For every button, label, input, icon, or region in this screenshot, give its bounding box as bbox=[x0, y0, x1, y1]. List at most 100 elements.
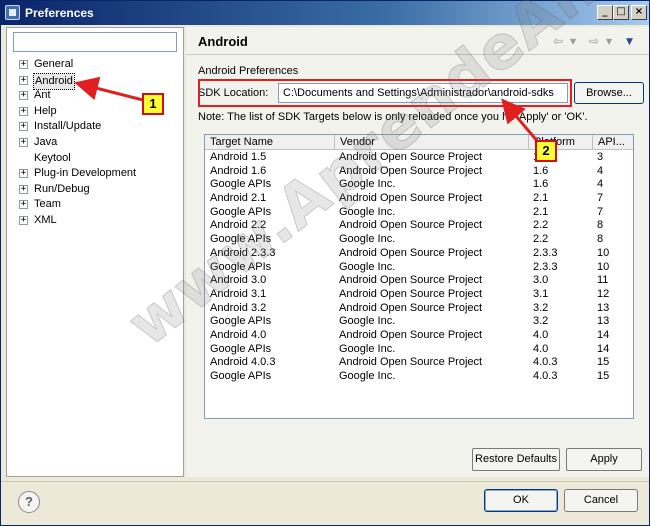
table-row[interactable]: Google APIs Google Inc. 2.2 8 bbox=[205, 233, 633, 247]
reload-note: Note: The list of SDK Targets below is o… bbox=[198, 111, 588, 123]
cell-api-level: 13 bbox=[597, 315, 610, 328]
table-row[interactable]: Android 3.2 Android Open Source Project 3.… bbox=[205, 301, 633, 316]
tree-item-run-debug[interactable]: + Run/Debug bbox=[19, 182, 179, 198]
dialog-button-bar: ? OK Cancel bbox=[1, 481, 649, 525]
window-title: Preferences bbox=[25, 6, 94, 20]
tree-item-plug-in-development[interactable]: + Plug-in Development bbox=[19, 166, 179, 182]
cell-target-name: Google APIs bbox=[210, 233, 272, 246]
close-icon[interactable]: × bbox=[631, 5, 647, 20]
maximize-icon[interactable]: □ bbox=[613, 5, 629, 20]
cell-platform: 3.1 bbox=[533, 287, 549, 300]
page-title: Android bbox=[198, 34, 248, 49]
tree-item-label: Android bbox=[33, 72, 75, 90]
cell-api-level: 7 bbox=[597, 192, 604, 205]
cell-platform: 1.6 bbox=[533, 164, 549, 177]
browse-button[interactable]: Browse... bbox=[574, 82, 644, 104]
tree-item-xml[interactable]: + XML bbox=[19, 213, 179, 229]
column-header-api[interactable]: API... bbox=[593, 135, 633, 150]
help-icon[interactable]: ? bbox=[18, 491, 40, 513]
android-preference-page: Android ⇦ ▼ ⇨ ▼ ▼ Android Preferences SD… bbox=[186, 27, 649, 477]
table-row[interactable]: Google APIs Google Inc. 3.2 13 bbox=[205, 315, 633, 329]
table-row[interactable]: Google APIs Google Inc. 2.1 7 bbox=[205, 205, 633, 220]
cell-target-name: Android 4.0 bbox=[210, 328, 267, 341]
plus-expander-icon[interactable]: + bbox=[19, 200, 28, 210]
cancel-button[interactable]: Cancel bbox=[564, 489, 638, 512]
cell-vendor: Android Open Source Project bbox=[339, 328, 483, 341]
plus-expander-icon[interactable]: + bbox=[19, 215, 28, 225]
table-row[interactable]: Google APIs Google Inc. 1.6 4 bbox=[205, 178, 633, 192]
ok-button[interactable]: OK bbox=[484, 489, 558, 512]
forward-dropdown-icon[interactable]: ▼ bbox=[606, 37, 612, 46]
cell-vendor: Google Inc. bbox=[339, 342, 396, 355]
filter-input[interactable] bbox=[13, 32, 177, 52]
cell-target-name: Android 2.2 bbox=[210, 219, 267, 232]
tree-item-java[interactable]: + Java bbox=[19, 135, 179, 151]
cell-platform: 4.0.3 bbox=[533, 370, 558, 382]
column-header-target[interactable]: Target Name bbox=[205, 135, 335, 150]
cell-platform: 2.1 bbox=[533, 205, 549, 218]
table-row[interactable]: Android 2.3.3 Android Open Source Project… bbox=[205, 246, 633, 261]
section-label: Android Preferences bbox=[198, 65, 299, 77]
cell-vendor: Android Open Source Project bbox=[339, 287, 483, 300]
table-row[interactable]: Android 3.0 Android Open Source Project 3.… bbox=[205, 274, 633, 288]
cell-target-name: Android 1.6 bbox=[210, 164, 267, 177]
cell-target-name: Google APIs bbox=[210, 260, 272, 273]
page-header: Android ⇦ ▼ ⇨ ▼ ▼ bbox=[186, 27, 649, 55]
plus-expander-icon[interactable]: + bbox=[19, 60, 28, 69]
cell-target-name: Google APIs bbox=[210, 342, 272, 355]
cell-api-level: 10 bbox=[597, 246, 610, 259]
tree-item-keytool[interactable]: Keytool bbox=[19, 151, 179, 167]
title-bar[interactable]: Preferences _ □ × bbox=[1, 1, 649, 25]
back-dropdown-icon[interactable]: ▼ bbox=[570, 37, 576, 46]
minimize-icon[interactable]: _ bbox=[597, 5, 613, 20]
plus-expander-icon[interactable]: + bbox=[19, 122, 28, 132]
table-row[interactable]: Android 4.0.3 Android Open Source Project… bbox=[205, 356, 633, 370]
back-arrow-icon[interactable]: ⇦ bbox=[553, 34, 563, 48]
cell-target-name: Android 4.0.3 bbox=[210, 356, 276, 369]
cell-platform: 3.2 bbox=[533, 301, 549, 314]
cell-platform: 4.0 bbox=[533, 342, 549, 355]
table-row[interactable]: Android 3.1 Android Open Source Project 3.… bbox=[205, 287, 633, 302]
plus-expander-icon[interactable]: + bbox=[19, 91, 28, 101]
table-row[interactable]: Google APIs Google Inc. 4.0.3 15 bbox=[205, 370, 633, 384]
tree-item-label: XML bbox=[34, 213, 57, 226]
table-row[interactable]: Google APIs Google Inc. 4.0 14 bbox=[205, 342, 633, 357]
plus-expander-icon[interactable]: + bbox=[19, 137, 28, 147]
table-row[interactable]: Android 2.1 Android Open Source Project 2.… bbox=[205, 192, 633, 206]
tree-item-android[interactable]: + Android bbox=[19, 72, 179, 90]
tree-item-install-update[interactable]: + Install/Update bbox=[19, 119, 179, 135]
cell-vendor: Google Inc. bbox=[339, 370, 396, 382]
cell-target-name: Android 3.1 bbox=[210, 287, 267, 300]
cell-target-name: Google APIs bbox=[210, 370, 272, 382]
restore-defaults-button[interactable]: Restore Defaults bbox=[472, 448, 560, 471]
forward-arrow-icon[interactable]: ⇨ bbox=[589, 34, 599, 48]
table-row[interactable]: Android 1.5Android Open Source Project1.… bbox=[205, 151, 633, 165]
cell-vendor: Android Open Source Project bbox=[339, 192, 483, 205]
cell-vendor: Android Open Source Project bbox=[339, 246, 483, 259]
sdk-targets-table[interactable]: Target Name Vendor Platform API... Andro… bbox=[204, 134, 634, 419]
cell-api-level: 14 bbox=[597, 342, 610, 355]
plus-expander-icon[interactable]: + bbox=[19, 106, 28, 116]
plus-expander-icon[interactable]: + bbox=[19, 75, 28, 85]
cell-vendor: Android Open Source Project bbox=[339, 274, 483, 287]
apply-button[interactable]: Apply bbox=[566, 448, 642, 471]
plus-expander-icon[interactable]: + bbox=[19, 184, 28, 194]
plus-expander-icon[interactable]: + bbox=[19, 169, 28, 179]
table-row[interactable]: Google APIs Google Inc. 2.3.3 10 bbox=[205, 260, 633, 275]
table-row[interactable]: Android 4.0 Android Open Source Project 4.… bbox=[205, 328, 633, 343]
view-menu-icon[interactable]: ▼ bbox=[626, 37, 633, 47]
cell-vendor: Android Open Source Project bbox=[339, 164, 483, 177]
tree-item-label: General bbox=[34, 58, 74, 70]
column-header-vendor[interactable]: Vendor bbox=[335, 135, 529, 150]
tree-item-team[interactable]: + Team bbox=[19, 197, 179, 213]
table-row[interactable]: Android 1.6 Android Open Source Project 1.… bbox=[205, 164, 633, 179]
cell-target-name: Android 3.2 bbox=[210, 301, 267, 314]
table-row[interactable]: Android 2.2 Android Open Source Project 2.… bbox=[205, 219, 633, 233]
cell-platform: 4.0.3 bbox=[533, 356, 558, 369]
cell-api-level: 15 bbox=[597, 370, 610, 382]
cell-target-name: Android 3.0 bbox=[210, 274, 267, 287]
table-body: Android 1.5 Android Open Source Project 1.… bbox=[205, 151, 633, 384]
cell-platform: 3.2 bbox=[533, 315, 549, 328]
tree-item-general[interactable]: + General bbox=[19, 57, 179, 73]
cell-platform: 3.0 bbox=[533, 274, 549, 287]
